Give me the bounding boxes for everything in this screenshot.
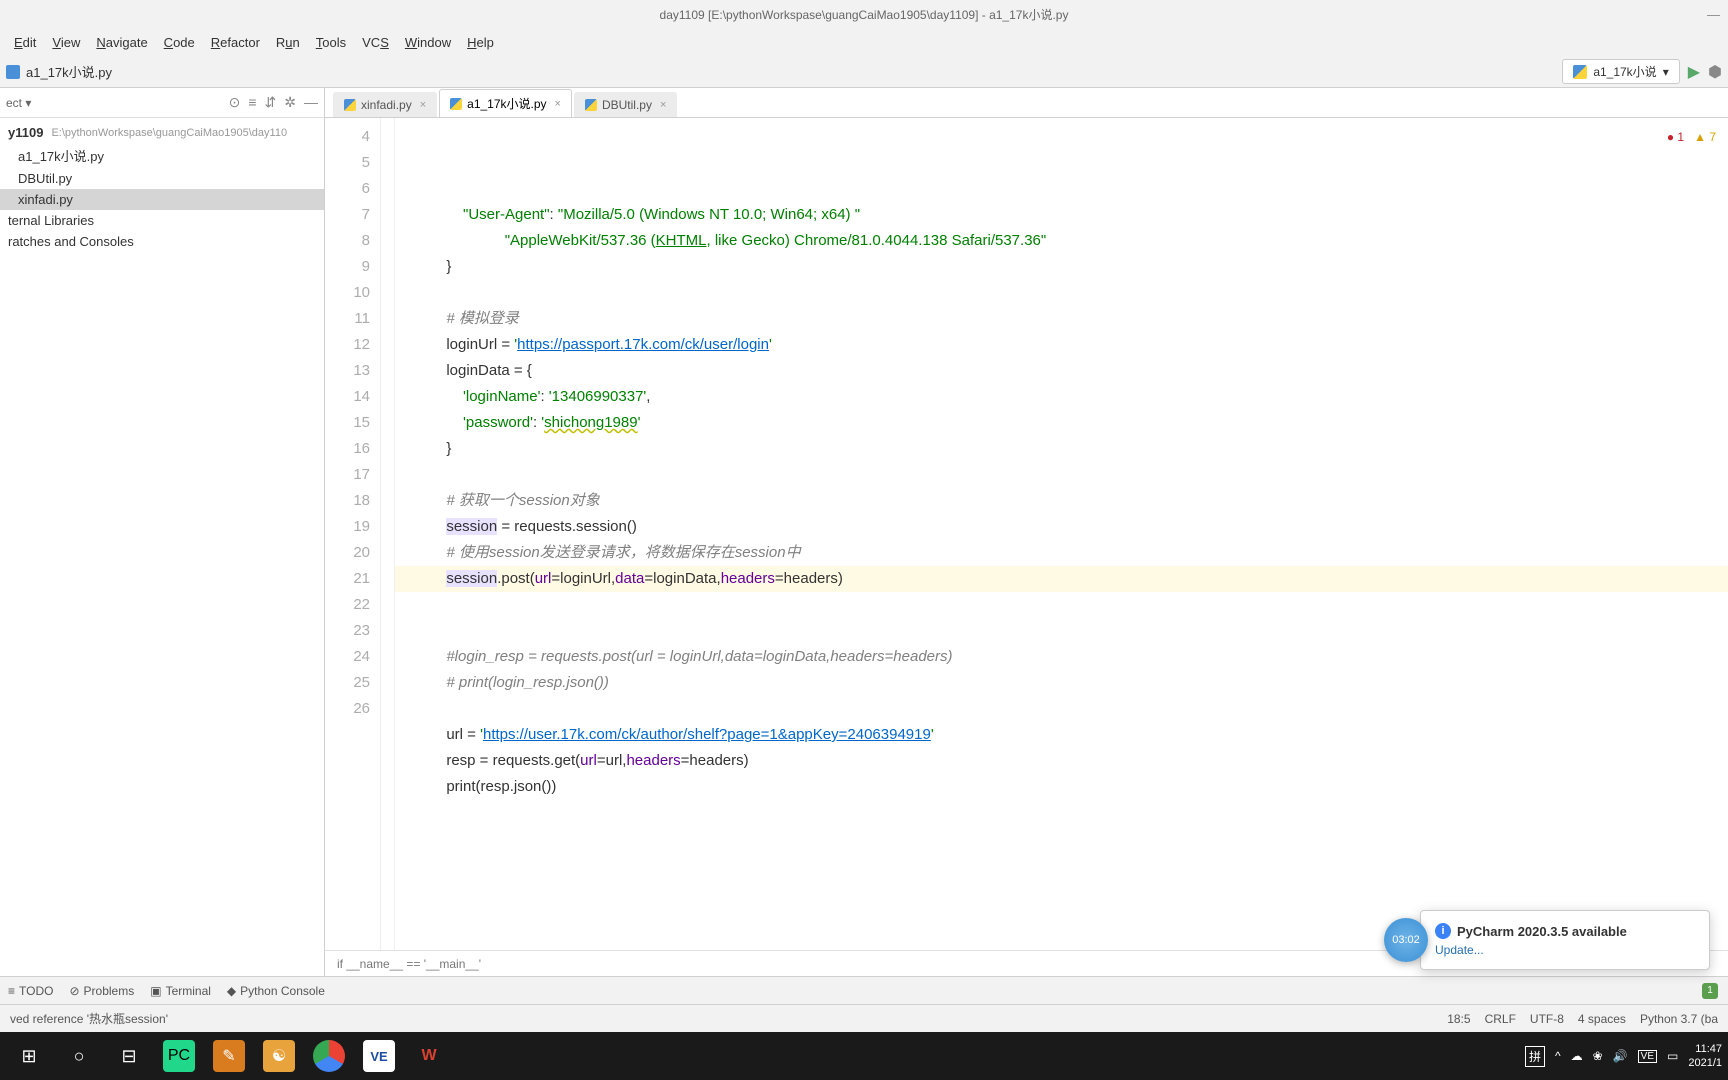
countdown-badge[interactable]: 03:02 bbox=[1384, 918, 1428, 962]
menu-refactor[interactable]: Refactor bbox=[205, 33, 266, 52]
project-tool-window: ect ▾ ⊙ ≡ ⇵ ✲ — y1109E:\pythonWorkspase\… bbox=[0, 88, 325, 976]
current-file-label: a1_17k小说.py bbox=[26, 62, 112, 81]
editor-area: xinfadi.py×a1_17k小说.py×DBUtil.py× 456789… bbox=[325, 88, 1728, 976]
menu-edit[interactable]: Edit bbox=[8, 33, 42, 52]
menu-view[interactable]: View bbox=[46, 33, 86, 52]
close-tab-icon[interactable]: × bbox=[660, 99, 666, 111]
collapse-icon[interactable]: ⇵ bbox=[265, 94, 277, 111]
project-toolbar: ect ▾ ⊙ ≡ ⇵ ✲ — bbox=[0, 88, 324, 118]
tray-app-icon[interactable]: ❀ bbox=[1593, 1049, 1603, 1063]
window-title: day1109 [E:\pythonWorkspase\guangCaiMao1… bbox=[660, 6, 1069, 23]
network-icon[interactable]: VE bbox=[1638, 1050, 1657, 1063]
editor-tab[interactable]: a1_17k小说.py× bbox=[439, 89, 572, 117]
onedrive-icon[interactable]: ☁ bbox=[1571, 1049, 1583, 1063]
event-log-badge[interactable]: 1 bbox=[1702, 983, 1718, 999]
warning-indicator[interactable]: ▲ 7 bbox=[1694, 124, 1716, 150]
status-message: ved reference '热水瓶session' bbox=[10, 1010, 168, 1027]
project-view-label[interactable]: ect ▾ bbox=[6, 96, 31, 110]
line-number-gutter[interactable]: 4567891011121314151617181920212223242526 bbox=[325, 118, 381, 950]
wps-icon[interactable]: W bbox=[406, 1036, 452, 1076]
minimize-button[interactable]: — bbox=[1707, 7, 1720, 22]
python-console-tool[interactable]: ◆ Python Console bbox=[227, 984, 325, 998]
chevron-down-icon: ▾ bbox=[1663, 65, 1669, 79]
menu-run[interactable]: Run bbox=[270, 33, 306, 52]
project-root[interactable]: y1109E:\pythonWorkspase\guangCaiMao1905\… bbox=[0, 122, 324, 143]
menu-tools[interactable]: Tools bbox=[310, 33, 352, 52]
editor-tabs: xinfadi.py×a1_17k小说.py×DBUtil.py× bbox=[325, 88, 1728, 118]
update-notification: i PyCharm 2020.3.5 available Update... bbox=[1420, 910, 1710, 970]
chrome-icon[interactable] bbox=[306, 1036, 352, 1076]
cortana-button[interactable]: ○ bbox=[56, 1036, 102, 1076]
python-file-icon bbox=[344, 99, 356, 111]
python-file-icon bbox=[450, 98, 462, 110]
expand-icon[interactable]: ≡ bbox=[248, 94, 256, 111]
update-link[interactable]: Update... bbox=[1435, 943, 1695, 957]
task-view-button[interactable]: ⊟ bbox=[106, 1036, 152, 1076]
tree-file-item[interactable]: a1_17k小说.py bbox=[0, 143, 324, 168]
editor-tab[interactable]: DBUtil.py× bbox=[574, 92, 677, 117]
error-indicator[interactable]: ● 1 bbox=[1667, 124, 1684, 150]
navigation-bar: a1_17k小说.py a1_17k小说 ▾ ▶ ⬢ bbox=[0, 56, 1728, 88]
clock[interactable]: 11:47 2021/1 bbox=[1688, 1042, 1722, 1070]
volume-icon[interactable]: 🔊 bbox=[1613, 1049, 1628, 1063]
menu-help[interactable]: Help bbox=[461, 33, 500, 52]
settings-icon[interactable]: ✲ bbox=[284, 94, 296, 111]
pycharm-taskbar-icon[interactable]: PC bbox=[156, 1036, 202, 1076]
tree-file-item[interactable]: DBUtil.py bbox=[0, 168, 324, 189]
todo-tool[interactable]: ≡ TODO bbox=[8, 984, 53, 998]
window-controls: — bbox=[1707, 7, 1720, 22]
python-file-icon bbox=[1573, 65, 1587, 79]
notification-title: PyCharm 2020.3.5 available bbox=[1457, 924, 1627, 939]
file-encoding[interactable]: UTF-8 bbox=[1530, 1012, 1564, 1026]
menu-vcs[interactable]: VCS bbox=[356, 33, 395, 52]
indent-info[interactable]: 4 spaces bbox=[1578, 1012, 1626, 1026]
run-button[interactable]: ▶ bbox=[1688, 62, 1700, 82]
close-tab-icon[interactable]: × bbox=[555, 98, 561, 110]
caret-position[interactable]: 18:5 bbox=[1447, 1012, 1470, 1026]
app-icon-1[interactable]: ✎ bbox=[206, 1036, 252, 1076]
hide-icon[interactable]: — bbox=[304, 94, 318, 111]
tray-chevron-icon[interactable]: ^ bbox=[1555, 1049, 1561, 1063]
status-bar: ved reference '热水瓶session' 18:5 CRLF UTF… bbox=[0, 1004, 1728, 1032]
external-libraries[interactable]: ternal Libraries bbox=[0, 210, 324, 231]
python-file-icon bbox=[585, 99, 597, 111]
interpreter-info[interactable]: Python 3.7 (ba bbox=[1640, 1012, 1718, 1026]
info-icon: i bbox=[1435, 923, 1451, 939]
tool-window-bar: ≡ TODO ⊘ Problems ▣ Terminal ◆ Python Co… bbox=[0, 976, 1728, 1004]
python-file-icon bbox=[6, 65, 20, 79]
code-editor[interactable]: ● 1 ▲ 7 "User-Agent": "Mozilla/5.0 (Wind… bbox=[395, 118, 1728, 950]
run-configuration-selector[interactable]: a1_17k小说 ▾ bbox=[1562, 59, 1679, 84]
scratches-consoles[interactable]: ratches and Consoles bbox=[0, 231, 324, 252]
menu-code[interactable]: Code bbox=[158, 33, 201, 52]
line-separator[interactable]: CRLF bbox=[1485, 1012, 1516, 1026]
app-icon-2[interactable]: ☯ bbox=[256, 1036, 302, 1076]
start-button[interactable]: ⊞ bbox=[6, 1036, 52, 1076]
project-tree[interactable]: y1109E:\pythonWorkspase\guangCaiMao1905\… bbox=[0, 118, 324, 976]
app-icon-3[interactable]: VE bbox=[356, 1036, 402, 1076]
inspection-widget[interactable]: ● 1 ▲ 7 bbox=[1667, 124, 1716, 150]
terminal-tool[interactable]: ▣ Terminal bbox=[150, 984, 211, 998]
menu-bar: Edit View Navigate Code Refactor Run Too… bbox=[0, 28, 1728, 56]
problems-tool[interactable]: ⊘ Problems bbox=[69, 984, 134, 998]
editor-tab[interactable]: xinfadi.py× bbox=[333, 92, 437, 117]
menu-window[interactable]: Window bbox=[399, 33, 457, 52]
battery-icon[interactable]: ▭ bbox=[1667, 1049, 1678, 1063]
system-tray: 拼 ^ ☁ ❀ 🔊 VE ▭ 11:47 2021/1 bbox=[1525, 1042, 1722, 1070]
close-tab-icon[interactable]: × bbox=[420, 99, 426, 111]
run-config-label: a1_17k小说 bbox=[1593, 63, 1656, 80]
menu-navigate[interactable]: Navigate bbox=[90, 33, 153, 52]
debug-button[interactable]: ⬢ bbox=[1708, 62, 1722, 82]
fold-gutter[interactable] bbox=[381, 118, 395, 950]
locate-icon[interactable]: ⊙ bbox=[229, 94, 241, 111]
window-titlebar: day1109 [E:\pythonWorkspase\guangCaiMao1… bbox=[0, 0, 1728, 28]
tree-file-item[interactable]: xinfadi.py bbox=[0, 189, 324, 210]
windows-taskbar: ⊞ ○ ⊟ PC ✎ ☯ VE W 拼 ^ ☁ ❀ 🔊 VE ▭ 11:47 2… bbox=[0, 1032, 1728, 1080]
ime-indicator[interactable]: 拼 bbox=[1525, 1046, 1545, 1067]
